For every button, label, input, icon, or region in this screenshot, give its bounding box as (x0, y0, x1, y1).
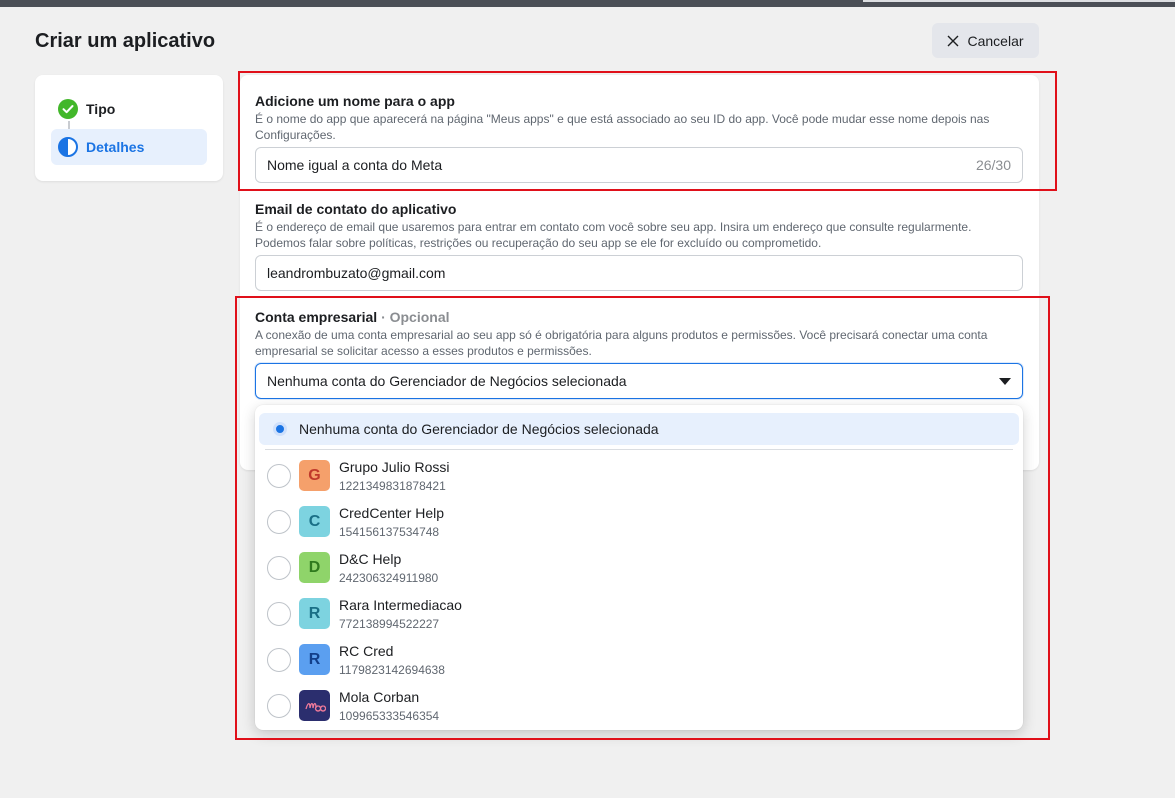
radio-icon (267, 648, 291, 672)
app-name-description: É o nome do app que aparecerá na página … (255, 112, 990, 142)
cancel-button[interactable]: Cancelar (932, 23, 1039, 58)
business-account-title: Conta empresarial · Opcional (255, 309, 450, 325)
top-bar (0, 0, 1175, 7)
step-detalhes[interactable]: Detalhes (51, 129, 207, 165)
business-account-select[interactable]: Nenhuma conta do Gerenciador de Negócios… (255, 363, 1023, 399)
option-name: RC Cred (339, 643, 394, 659)
caret-down-icon (999, 377, 1011, 385)
step-label: Tipo (86, 101, 116, 117)
business-account-dropdown: Nenhuma conta do Gerenciador de Negócios… (255, 405, 1023, 730)
option-business-account[interactable]: D D&C Help 242306324911980 (255, 545, 1023, 591)
option-name: Grupo Julio Rossi (339, 459, 450, 475)
option-name: Rara Intermediacao (339, 597, 462, 613)
option-none[interactable]: Nenhuma conta do Gerenciador de Negócios… (259, 413, 1019, 445)
option-business-account[interactable]: R RC Cred 1179823142694638 (255, 637, 1023, 683)
check-circle-icon (58, 99, 78, 119)
option-id: 154156137534748 (339, 525, 440, 539)
option-business-account[interactable]: C CredCenter Help 154156137534748 (255, 499, 1023, 545)
step-tipo[interactable]: Tipo (51, 91, 207, 127)
option-business-account[interactable]: R Rara Intermediacao 772138994522227 (255, 591, 1023, 637)
option-id: 1179823142694638 (339, 663, 445, 677)
half-circle-icon (58, 137, 78, 157)
business-avatar: G (299, 460, 330, 491)
app-name-input[interactable]: Nome igual a conta do Meta 26/30 (255, 147, 1023, 183)
business-account-description: A conexão de uma conta empresarial ao se… (255, 328, 988, 358)
char-count: 26/30 (975, 157, 1011, 173)
business-account-selected: Nenhuma conta do Gerenciador de Negócios… (267, 373, 627, 389)
radio-icon (267, 556, 291, 580)
business-avatar: R (299, 644, 330, 675)
option-name: CredCenter Help (339, 505, 445, 521)
business-account-title-text: Conta empresarial (255, 309, 378, 325)
contact-email-input[interactable]: leandrombuzato@gmail.com (255, 255, 1023, 291)
app-name-title: Adicione um nome para o app (255, 93, 455, 109)
steps-panel: Tipo Detalhes (35, 75, 223, 181)
business-logo (299, 690, 330, 721)
contact-email-title: Email de contato do aplicativo (255, 201, 457, 217)
optional-label: · Opcional (381, 309, 450, 325)
radio-icon (267, 694, 291, 718)
radio-icon (267, 464, 291, 488)
mola-logo-icon (304, 702, 326, 712)
option-label: Nenhuma conta do Gerenciador de Negócios… (299, 421, 659, 437)
radio-icon (267, 510, 291, 534)
top-bar-segment (863, 0, 1175, 2)
business-avatar: D (299, 552, 330, 583)
close-icon (947, 35, 959, 46)
option-id: 772138994522227 (339, 617, 440, 631)
business-avatar: C (299, 506, 330, 537)
option-name: D&C Help (339, 551, 402, 567)
app-name-value: Nome igual a conta do Meta (267, 157, 443, 173)
business-avatar: R (299, 598, 330, 629)
contact-email-value: leandrombuzato@gmail.com (267, 265, 446, 281)
contact-email-description: É o endereço de email que usaremos para … (255, 220, 972, 250)
option-name: Mola Corban (339, 689, 420, 705)
radio-selected-icon (273, 422, 287, 436)
cancel-button-label: Cancelar (967, 32, 1024, 49)
option-id: 109965333546354 (339, 709, 440, 723)
option-id: 242306324911980 (339, 571, 439, 585)
divider (265, 449, 1013, 450)
option-business-account[interactable]: Mola Corban 109965333546354 (255, 683, 1023, 729)
option-business-account[interactable]: G Grupo Julio Rossi 1221349831878421 (255, 453, 1023, 499)
page-title: Criar um aplicativo (35, 30, 216, 52)
radio-icon (267, 602, 291, 626)
option-id: 1221349831878421 (339, 479, 446, 493)
step-label: Detalhes (86, 139, 145, 155)
